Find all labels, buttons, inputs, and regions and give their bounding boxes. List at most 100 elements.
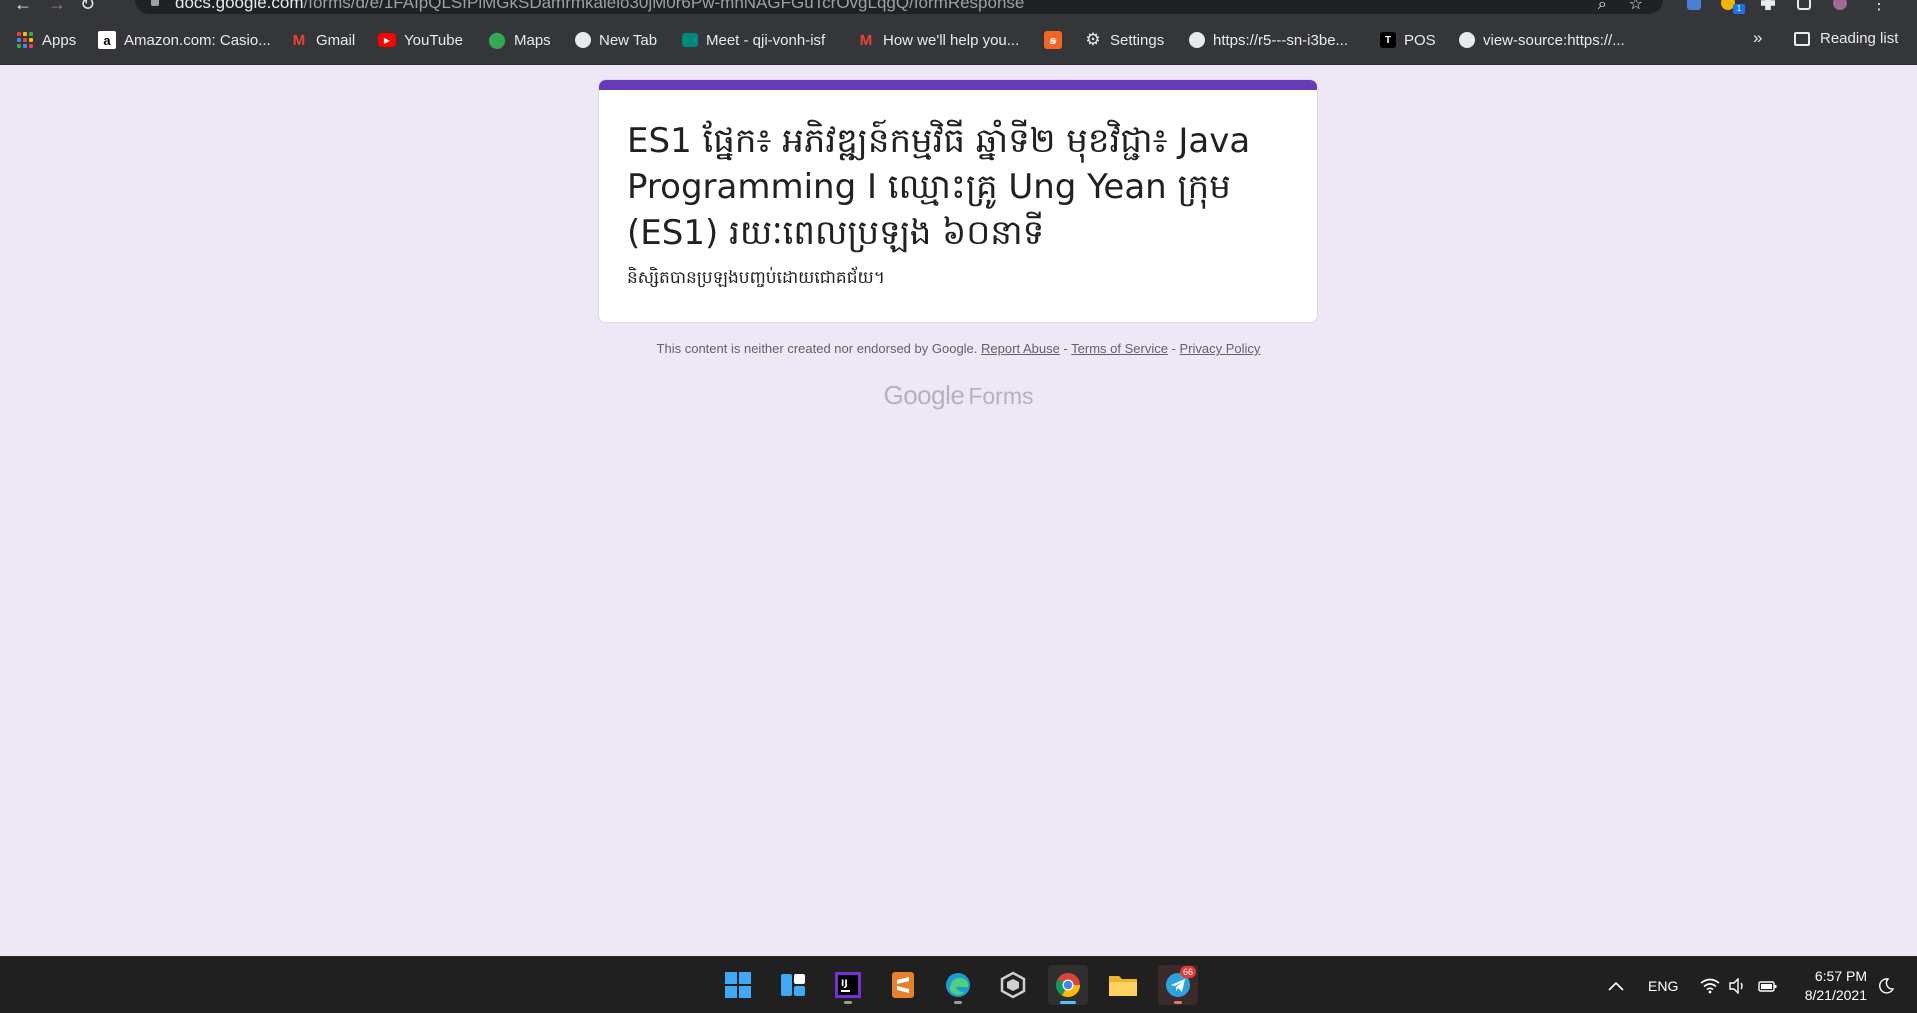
edge-icon[interactable] bbox=[938, 965, 978, 1005]
puzzle-icon[interactable] bbox=[1761, 0, 1775, 10]
report-abuse-link[interactable]: Report Abuse bbox=[981, 341, 1060, 356]
volume-icon[interactable] bbox=[1728, 957, 1746, 1013]
browser-toolbar: ← → ↻ docs.google.com/forms/d/e/1FAIpQLS… bbox=[0, 0, 1917, 14]
clock-date: 8/21/2021 bbox=[1804, 987, 1867, 1003]
language-indicator[interactable]: ENG bbox=[1648, 957, 1678, 1013]
form-title: ES1 ផ្នែក៖ អភិវឌ្ឍន៍កម្មវិធី ឆ្នាំទី២ មុ… bbox=[627, 121, 1251, 253]
battery-icon[interactable] bbox=[1758, 957, 1778, 1013]
forward-icon[interactable]: → bbox=[48, 0, 66, 15]
apps-grid-icon bbox=[16, 31, 34, 49]
translate-extension-icon[interactable] bbox=[1687, 0, 1701, 10]
telegram-unread-badge: 66 bbox=[1180, 966, 1197, 978]
bookmark-meet[interactable]: Meet - qji-vonh-isf bbox=[682, 30, 825, 50]
gear-icon: ⚙ bbox=[1085, 30, 1101, 49]
sublime-icon[interactable] bbox=[883, 965, 923, 1005]
terms-link[interactable]: Terms of Service bbox=[1071, 341, 1168, 356]
bookmark-label: https://r5---sn-i3be... bbox=[1213, 31, 1349, 49]
form-card: ES1 ផ្នែក៖ អភិវឌ្ឍន៍កម្មវិធី ឆ្នាំទី២ មុ… bbox=[598, 79, 1318, 323]
focus-assist-icon[interactable] bbox=[1878, 957, 1894, 1013]
star-icon[interactable]: ☆ bbox=[1629, 0, 1643, 13]
intellij-icon[interactable]: IJ bbox=[828, 965, 868, 1005]
clock-time: 6:57 PM bbox=[1814, 968, 1867, 984]
footer-disclaimer: This content is neither created nor endo… bbox=[656, 341, 978, 356]
bookmark-maps[interactable]: ⬤ Maps bbox=[488, 30, 551, 50]
footer-separator: - bbox=[1059, 341, 1072, 356]
system-clock[interactable]: 6:57 PM 8/21/2021 bbox=[1797, 967, 1867, 1005]
bookmark-label: YouTube bbox=[404, 31, 463, 49]
unity-icon[interactable] bbox=[993, 965, 1033, 1005]
active-indicator bbox=[1060, 1001, 1076, 1004]
extensions-area: 1 ⋮ bbox=[1667, 0, 1917, 14]
address-url: docs.google.com/forms/d/e/1FAIpQLSfPlMGk… bbox=[175, 0, 1025, 12]
meet-icon bbox=[682, 33, 698, 47]
youtube-icon: ▶ bbox=[378, 33, 396, 47]
form-accent-bar bbox=[599, 80, 1317, 90]
bookmark-label: view-source:https://... bbox=[1483, 31, 1625, 49]
globe-icon bbox=[1189, 32, 1205, 48]
pos-icon: T bbox=[1380, 32, 1396, 48]
bookmark-pos[interactable]: T POS bbox=[1380, 30, 1436, 50]
bookmark-label: Apps bbox=[42, 31, 77, 49]
bookmark-label: POS bbox=[1404, 31, 1436, 49]
svg-text:IJ: IJ bbox=[841, 979, 848, 989]
bookmarks-bar: Apps a Amazon.com: Casio... M Gmail ▶ Yo… bbox=[0, 14, 1917, 65]
form-confirmation-message: និស្សិតបានប្រឡងបញ្ចប់ដោយជោគជ័យ។ bbox=[627, 268, 885, 288]
show-hidden-icons[interactable] bbox=[1608, 957, 1624, 1013]
bookmark-youtube[interactable]: ▶ YouTube bbox=[378, 30, 463, 50]
form-footer: This content is neither created nor endo… bbox=[0, 341, 1917, 356]
back-icon[interactable]: ← bbox=[14, 0, 32, 15]
search-icon[interactable]: ⌕ bbox=[1598, 0, 1607, 13]
running-indicator bbox=[1174, 1001, 1182, 1004]
gmail-icon: M bbox=[292, 31, 306, 49]
bookmark-label: Maps bbox=[514, 31, 551, 49]
c-icon: ꞩ bbox=[1044, 31, 1062, 49]
reading-list-label: Reading list bbox=[1820, 30, 1899, 47]
running-indicator bbox=[844, 1001, 852, 1004]
widgets-icon[interactable] bbox=[773, 965, 813, 1005]
maps-icon: ⬤ bbox=[488, 32, 506, 49]
bookmark-label: Gmail bbox=[316, 31, 356, 49]
bookmark-c[interactable]: ꞩ bbox=[1044, 30, 1070, 50]
bookmark-how-we-help[interactable]: M How we'll help you... bbox=[857, 30, 1020, 50]
bookmark-label: New Tab bbox=[599, 31, 658, 49]
amazon-icon: a bbox=[98, 31, 116, 49]
bookmark-amazon[interactable]: a Amazon.com: Casio... bbox=[98, 30, 271, 50]
bookmark-label: Amazon.com: Casio... bbox=[124, 31, 271, 49]
file-explorer-icon[interactable] bbox=[1103, 965, 1143, 1005]
brand-google: Google bbox=[883, 380, 965, 410]
bookmark-label: Settings bbox=[1110, 31, 1165, 49]
address-tools: ⌕ ☆ bbox=[1598, 0, 1643, 14]
bookmark-apps[interactable]: Apps bbox=[16, 30, 76, 50]
chrome-icon[interactable] bbox=[1048, 965, 1088, 1005]
gmail-icon: M bbox=[859, 31, 873, 49]
reading-list-button[interactable]: Reading list bbox=[1794, 30, 1898, 47]
address-bar[interactable]: docs.google.com/forms/d/e/1FAIpQLSfPlMGk… bbox=[135, 0, 1663, 14]
google-forms-logo[interactable]: Google Forms bbox=[0, 380, 1917, 411]
bookmark-settings[interactable]: ⚙ Settings bbox=[1084, 30, 1164, 50]
reading-list-icon bbox=[1794, 31, 1810, 46]
bookmark-label: Meet - qji-vonh-isf bbox=[706, 31, 826, 49]
profile-avatar[interactable] bbox=[1833, 0, 1847, 10]
bookmark-label: How we'll help you... bbox=[883, 31, 1020, 49]
bookmark-new-tab[interactable]: New Tab bbox=[575, 30, 657, 50]
start-icon[interactable] bbox=[718, 965, 758, 1005]
extension-badge: 1 bbox=[1733, 4, 1745, 14]
bookmark-r5[interactable]: https://r5---sn-i3be... bbox=[1189, 30, 1348, 50]
privacy-link[interactable]: Privacy Policy bbox=[1180, 341, 1261, 356]
wifi-icon[interactable] bbox=[1700, 957, 1720, 1013]
bookmark-view-source[interactable]: view-source:https://... bbox=[1459, 30, 1625, 50]
menu-dots-icon[interactable]: ⋮ bbox=[1871, 0, 1887, 14]
more-bookmarks-icon[interactable]: » bbox=[1753, 28, 1762, 48]
running-indicator bbox=[954, 1001, 962, 1004]
media-control-icon[interactable] bbox=[1797, 0, 1811, 10]
language-label: ENG bbox=[1648, 977, 1679, 994]
brand-forms: Forms bbox=[968, 383, 1034, 409]
telegram-icon[interactable]: 66 bbox=[1158, 965, 1198, 1005]
globe-icon bbox=[1459, 32, 1475, 48]
bookmark-gmail[interactable]: M Gmail bbox=[290, 30, 355, 50]
taskbar: IJ 66 ENG 6:57 PM 8/21/2021 bbox=[0, 956, 1917, 1013]
footer-separator: - bbox=[1167, 341, 1180, 356]
globe-icon bbox=[575, 32, 591, 48]
reload-icon[interactable]: ↻ bbox=[80, 0, 95, 15]
lock-icon bbox=[151, 0, 159, 6]
